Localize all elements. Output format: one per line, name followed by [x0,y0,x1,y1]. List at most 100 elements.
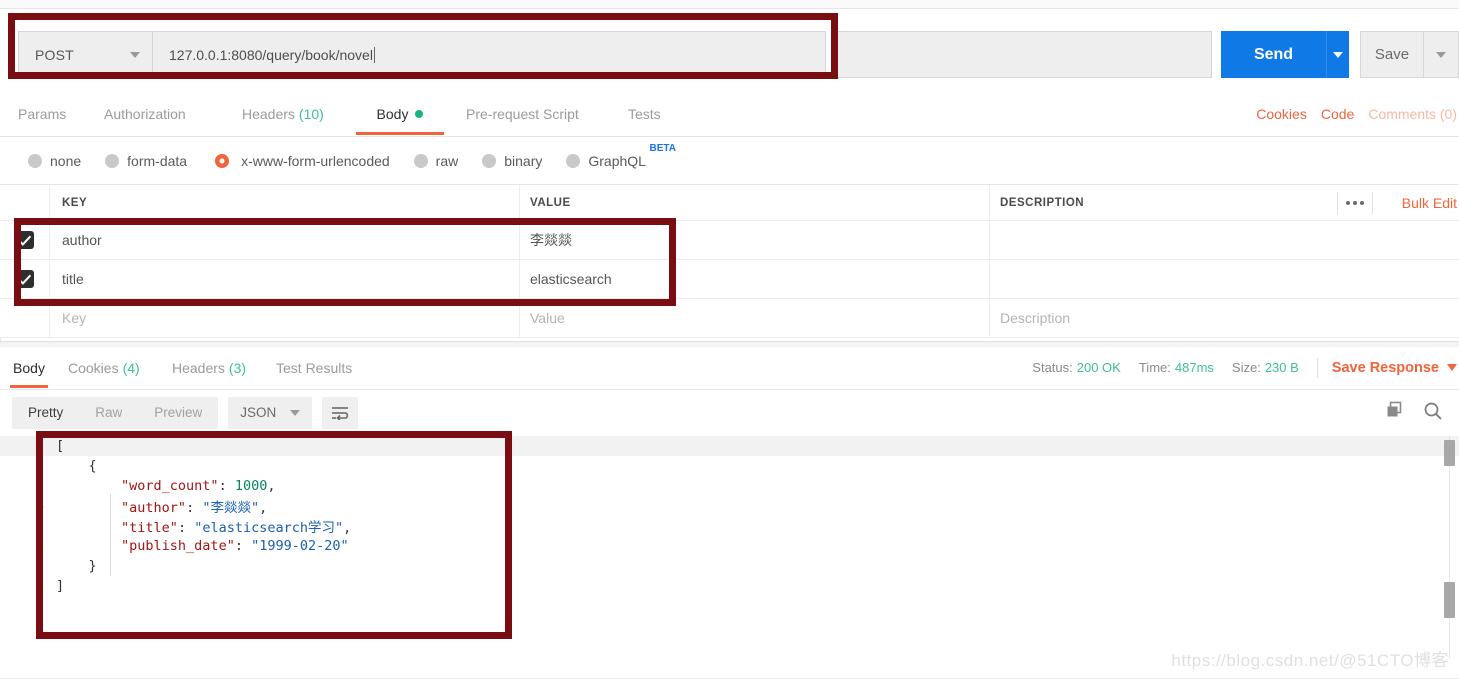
radio-icon [105,153,120,168]
request-tab-bar: Params Authorization Headers (10) Body P… [0,92,1459,137]
row-value-cell[interactable]: elasticsearch [520,260,990,298]
response-tab-cookies[interactable]: Cookies (4) [68,347,140,388]
response-tab-headers-count: (3) [228,359,247,376]
table-row[interactable]: author 李燚燚 [0,221,1459,260]
time-value: 487ms [1174,360,1214,375]
row-description-cell[interactable] [990,260,1459,298]
tab-pre-request-script-label: Pre-request Script [466,105,579,122]
radio-selected-icon [211,149,234,172]
response-tab-body[interactable]: Body [10,347,48,388]
line-number: 5 [36,518,44,534]
tab-params[interactable]: Params [18,92,66,135]
word-wrap-icon[interactable] [322,396,359,429]
response-format-label: JSON [240,405,277,420]
row-key-cell[interactable]: Key [50,299,520,337]
row-key-cell[interactable]: author [50,221,520,259]
row-key-text: author [62,232,102,248]
request-url-input[interactable]: 127.0.0.1:8080/query/book/novel [152,31,826,78]
line-content: } [56,558,97,574]
save-response-button[interactable]: Save Response [1332,360,1457,376]
body-type-none-label: none [50,152,82,169]
response-tab-headers-label: Headers [172,359,225,376]
table-options-icon[interactable] [1337,191,1373,214]
table-header-row: KEY VALUE DESCRIPTION Bulk Edit [0,185,1459,221]
response-tab-headers[interactable]: Headers (3) [172,347,246,388]
row-value-cell[interactable]: 李燚燚 [520,221,990,259]
row-description-placeholder: Description [1000,310,1071,326]
checkbox-checked-icon[interactable] [15,270,34,288]
line-content: "author": "李燚燚", [121,500,268,516]
body-type-form-data[interactable]: form-data [105,153,187,169]
code-line: 5 "title": "elasticsearch学习", [0,516,1459,537]
body-type-none[interactable]: none [28,153,81,169]
chevron-down-icon [1333,51,1343,58]
response-tab-cookies-label: Cookies [68,359,119,376]
radio-icon [566,153,581,168]
response-body-code-viewer[interactable]: 1 [ 2 { 3 "word_count": 1000, 4 "author"… [0,436,1459,656]
tab-body[interactable]: Body [356,92,444,135]
cookies-link[interactable]: Cookies [1256,106,1307,122]
view-mode-preview[interactable]: Preview [138,397,218,429]
save-response-label: Save Response [1331,359,1439,376]
row-checkbox-cell[interactable] [0,221,50,259]
request-url-text: 127.0.0.1:8080/query/book/novel [169,46,373,63]
response-scrollbar-thumb-bottom[interactable] [1444,582,1455,618]
response-tab-test-results[interactable]: Test Results [276,347,352,388]
line-content: { [56,458,97,474]
json-number: 1000 [234,478,268,494]
json-string: "1999-02-20" [251,538,349,554]
line-number: 7 [36,558,44,574]
request-action-links: Cookies Code Comments (0) [1256,92,1459,135]
request-url-input-tail[interactable] [838,31,1212,78]
save-options-button[interactable] [1423,31,1459,78]
table-empty-row[interactable]: Key Value Description [0,299,1459,338]
send-options-button[interactable] [1326,31,1349,78]
body-type-x-www-form-urlencoded[interactable]: x-www-form-urlencoded [211,149,390,172]
row-checkbox-cell[interactable] [0,260,50,298]
body-type-raw[interactable]: raw [413,153,458,169]
save-button[interactable]: Save [1360,31,1423,78]
size-label: Size: [1231,360,1261,375]
row-value-placeholder: Value [530,310,565,326]
row-checkbox-cell[interactable] [0,299,50,337]
tab-body-label: Body [376,105,409,122]
code-line: 3 "word_count": 1000, [0,476,1459,496]
row-description-cell[interactable]: Description [990,299,1459,337]
row-description-cell[interactable] [990,221,1459,259]
response-tab-body-label: Body [13,359,45,376]
tab-authorization[interactable]: Authorization [104,92,186,135]
tab-headers[interactable]: Headers (10) [242,92,324,135]
radio-icon [28,153,42,168]
window-top-strip [0,0,1459,9]
comments-link[interactable]: Comments (0) [1368,106,1457,122]
code-line: 6 "publish_date": "1999-02-20" [0,536,1459,556]
body-type-binary[interactable]: binary [482,153,542,169]
status-label: Status: [1032,360,1073,375]
http-method-dropdown[interactable]: POST [18,31,152,78]
tab-headers-count: (10) [298,105,324,122]
view-mode-raw[interactable]: Raw [79,397,138,429]
tab-tests[interactable]: Tests [628,92,661,135]
code-link[interactable]: Code [1321,106,1354,122]
row-value-cell[interactable]: Value [520,299,990,337]
column-header-value: VALUE [530,196,571,209]
time-label: Time: [1138,360,1171,375]
response-scrollbar-thumb-top[interactable] [1444,440,1455,466]
tab-tests-label: Tests [628,105,661,122]
checkbox-checked-icon[interactable] [15,231,34,249]
row-key-cell[interactable]: title [50,260,520,298]
copy-icon[interactable] [1385,401,1405,424]
view-mode-pretty[interactable]: Pretty [12,397,79,429]
response-scrollbar-track[interactable] [1449,436,1450,658]
chevron-down-icon [1447,364,1457,371]
send-button[interactable]: Send [1221,31,1326,78]
tab-pre-request-script[interactable]: Pre-request Script [466,92,579,135]
response-format-dropdown[interactable]: JSON [228,396,313,429]
word-wrap-glyph [332,406,349,420]
search-icon[interactable] [1423,401,1443,424]
bulk-edit-link[interactable]: Bulk Edit [1402,195,1457,211]
body-type-graphql[interactable]: GraphQL BETA [566,143,676,169]
line-content: "word_count": 1000, [121,478,276,494]
table-row[interactable]: title elasticsearch [0,260,1459,299]
body-type-radio-group: none form-data x-www-form-urlencoded raw… [0,137,1459,184]
